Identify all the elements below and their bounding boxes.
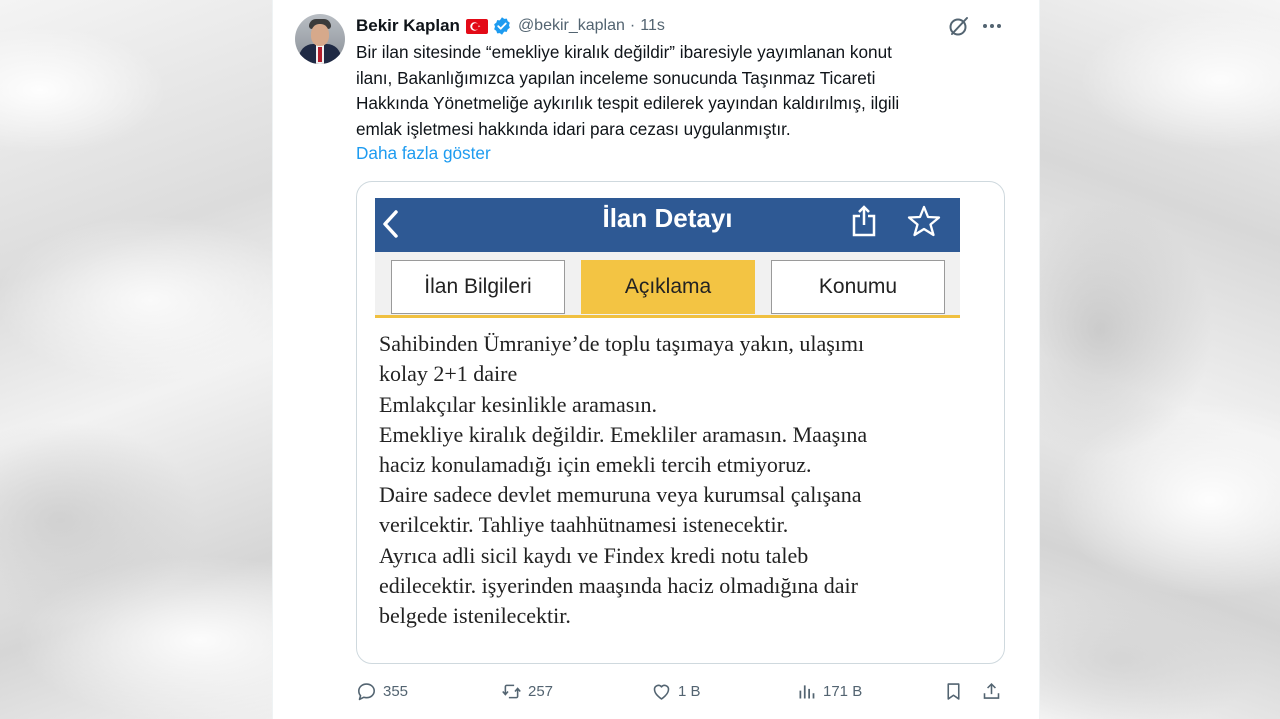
description-line: Sahibinden Ümraniye’de toplu taşımaya ya… — [379, 331, 865, 356]
chevron-left-icon — [381, 208, 401, 242]
background-right — [1040, 0, 1280, 719]
turkey-flag-icon — [465, 18, 488, 34]
share-button[interactable] — [981, 676, 1002, 706]
description-line: edilecektir. işyerinden maaşında haciz o… — [379, 573, 858, 598]
tab-ilan-bilgileri: İlan Bilgileri — [391, 260, 565, 314]
description-line: Ayrıca adli sicil kaydı ve Findex kredi … — [379, 543, 809, 568]
avatar[interactable] — [295, 14, 345, 64]
description-line: kolay 2+1 daire — [379, 361, 518, 386]
verified-badge-icon — [492, 16, 512, 36]
tweet-text: Bir ilan sitesinde “emekliye kiralık değ… — [356, 40, 996, 142]
grok-icon[interactable] — [947, 14, 971, 38]
views-button[interactable]: 171 B — [796, 676, 862, 706]
author-name[interactable]: Bekir Kaplan — [356, 16, 460, 36]
like-icon — [653, 684, 670, 700]
reply-count: 355 — [383, 682, 409, 700]
tweet-header: Bekir Kaplan @bekir_kaplan · 11s — [356, 14, 665, 38]
tweet-actions: 355 257 1 B 171 B — [356, 676, 1016, 706]
views-icon — [799, 684, 815, 698]
views-count: 171 B — [823, 682, 863, 700]
tweet-text-line: Bir ilan sitesinde “emekliye kiralık değ… — [356, 42, 892, 62]
tabs-row: İlan Bilgileri Açıklama Konumu — [375, 252, 960, 318]
tweet-text-line: emlak işletmesi hakkında idari para ceza… — [356, 118, 791, 139]
app-bar: İlan Detayı — [375, 198, 960, 252]
repost-count: 257 — [528, 682, 554, 700]
tweet-text-line: ilanı, Bakanlığımızca yapılan inceleme s… — [356, 67, 876, 88]
tweet-media-image[interactable]: İlan Detayı İlan Bilgileri Açıklama Konu… — [356, 181, 1005, 664]
separator-dot: · — [629, 17, 636, 34]
description-line: verilcektir. Tahliye taahhütnamesi isten… — [379, 512, 789, 537]
tweet-time[interactable]: 11s — [640, 17, 665, 35]
repost-icon — [502, 684, 521, 698]
listing-description: Sahibinden Ümraniye’de toplu taşımaya ya… — [375, 321, 960, 641]
bookmark-icon — [947, 682, 960, 700]
show-more-link[interactable]: Daha fazla göster — [356, 141, 491, 166]
star-icon — [907, 204, 941, 238]
share-icon — [849, 204, 879, 238]
like-count: 1 B — [678, 682, 701, 700]
tab-konumu: Konumu — [771, 260, 945, 314]
repost-button[interactable]: 257 — [501, 676, 553, 706]
tweet-card: Bekir Kaplan @bekir_kaplan · 11s Bir ila… — [272, 0, 1040, 719]
more-options-icon[interactable] — [980, 14, 1004, 38]
description-line: belgede istenilecektir. — [379, 603, 571, 628]
reply-button[interactable]: 355 — [356, 676, 408, 706]
background-left — [0, 0, 272, 719]
share-icon — [983, 682, 1000, 699]
description-line: Emlakçılar kesinlikle aramasın. — [379, 392, 657, 417]
description-line: Daire sadece devlet memuruna veya kurums… — [379, 482, 862, 507]
like-button[interactable]: 1 B — [651, 676, 701, 706]
reply-icon — [358, 682, 375, 700]
tweet-text-line: Hakkında Yönetmeliğe aykırılık tespit ed… — [356, 93, 900, 113]
description-line: haciz konulamadığı için emekli tercih et… — [379, 452, 812, 477]
bookmark-button[interactable] — [943, 676, 964, 706]
tab-aciklama: Açıklama — [581, 260, 755, 314]
description-line: Emekliye kiralık değildir. Emekliler ara… — [379, 422, 868, 447]
author-handle[interactable]: @bekir_kaplan — [518, 17, 625, 35]
